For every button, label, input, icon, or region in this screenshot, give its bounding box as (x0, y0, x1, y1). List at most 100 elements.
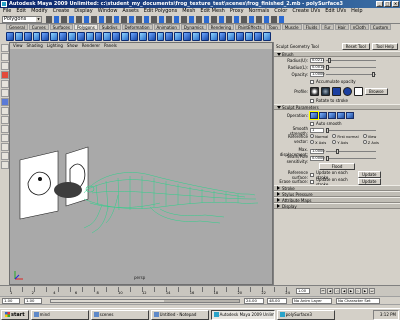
menu-edit-uvs[interactable]: Edit UVs (325, 8, 346, 15)
taskbar-item[interactable]: Autodesk Maya 2009 Unlimited... (210, 309, 275, 320)
menu-modify[interactable]: Modify (31, 8, 48, 15)
go-to-start-icon[interactable]: ⏮ (320, 288, 326, 294)
menu-create-uvs[interactable]: Create UVs (292, 8, 320, 15)
erase-update-each-checkbox[interactable] (310, 179, 314, 184)
scene-geometry[interactable] (10, 43, 273, 285)
paint-select-tool-icon[interactable] (0, 62, 9, 70)
poly-cube-icon[interactable] (14, 31, 23, 41)
persp-outliner-layout-icon[interactable] (0, 143, 9, 151)
shelf-tab-ncloth[interactable]: nCloth (349, 24, 369, 30)
ref-z-axis-radio[interactable] (362, 140, 367, 144)
profile-soft-icon[interactable] (321, 86, 330, 96)
radius-l-slider[interactable] (326, 65, 376, 70)
shelf-tab-hair[interactable]: Hair (334, 24, 349, 30)
profile-custom-icon[interactable] (354, 86, 363, 96)
opacity-slider[interactable] (326, 72, 376, 77)
shelf-tab-custom[interactable]: Custom (369, 24, 392, 30)
menu-assets[interactable]: Assets (122, 8, 138, 15)
opacity-field[interactable]: 1.0000 (310, 72, 325, 77)
close-button[interactable]: × (392, 1, 399, 7)
menu-mesh[interactable]: Mesh (182, 8, 195, 15)
step-back-frame-icon[interactable]: ◁ (334, 288, 340, 294)
mirror-icon[interactable] (112, 31, 121, 41)
radius-l-field[interactable]: 0.0010 (310, 65, 325, 70)
move-tool-icon[interactable] (0, 71, 9, 79)
last-tool-icon[interactable] (0, 116, 9, 124)
image-plane-side[interactable] (19, 150, 59, 220)
menu-create[interactable]: Create (53, 8, 70, 15)
boolean-union-icon[interactable] (85, 31, 94, 41)
minimize-button[interactable]: _ (376, 1, 383, 7)
sculpt-tool-icon[interactable] (0, 98, 9, 106)
taskbar-item[interactable]: polySurface3 (276, 309, 335, 320)
ref-view-radio[interactable] (362, 134, 367, 138)
step-back-key-icon[interactable]: ◀ (327, 288, 333, 294)
show-manipulator-icon[interactable] (0, 107, 9, 115)
reset-tool-button[interactable]: Reset Tool (341, 43, 370, 50)
menu-file[interactable]: File (3, 8, 11, 15)
scale-tool-icon[interactable] (0, 89, 9, 97)
shelf-tab-fur[interactable]: Fur (321, 24, 334, 30)
menu-set-dropdown[interactable]: Polygons ▼ (2, 16, 42, 23)
poly-plane-icon[interactable] (41, 31, 50, 41)
hypershade-layout-icon[interactable] (0, 161, 9, 169)
section-display[interactable]: Display (274, 203, 400, 209)
max-displacement-field[interactable]: 1.0000 (310, 149, 325, 154)
planar-mapping-icon[interactable] (254, 31, 262, 41)
bevel-icon[interactable] (227, 31, 236, 41)
rotate-tool-icon[interactable] (0, 80, 9, 88)
collapse-icon[interactable] (245, 31, 254, 41)
start-button[interactable]: start (1, 309, 29, 320)
smooth-strength-field[interactable]: 1 (310, 128, 324, 133)
profile-solid-icon[interactable] (332, 86, 341, 96)
step-forward-frame-icon[interactable]: ▷ (355, 288, 361, 294)
triangulate-icon[interactable] (138, 31, 147, 41)
poly-cone-icon[interactable] (32, 31, 41, 41)
ref-first-normal-radio[interactable] (332, 134, 337, 138)
step-forward-key-icon[interactable]: ▶ (362, 288, 368, 294)
menu-proxy[interactable]: Proxy (230, 8, 244, 15)
range-bar-fill[interactable] (51, 300, 164, 302)
ref-update-button[interactable]: Update (358, 171, 381, 178)
shelf-tab-fluids[interactable]: Fluids (302, 24, 321, 30)
profile-square-icon[interactable] (343, 86, 352, 96)
poly-torus-icon[interactable] (50, 31, 59, 41)
play-forwards-icon[interactable]: ▶ (348, 288, 354, 294)
current-frame-field[interactable]: 1.00 (296, 288, 310, 294)
ref-y-axis-radio[interactable] (332, 140, 337, 144)
rotate-to-stroke-checkbox[interactable] (310, 98, 314, 103)
extract-icon[interactable] (76, 31, 85, 41)
max-displacement-slider[interactable] (326, 149, 376, 154)
four-pane-layout-icon[interactable] (0, 134, 9, 142)
smooth-strength-slider[interactable] (326, 128, 376, 133)
poly-cylinder-icon[interactable] (23, 31, 32, 41)
single-pane-layout-icon[interactable] (0, 125, 9, 133)
browse-button[interactable]: Browse (365, 87, 388, 95)
taskbar-item[interactable]: Untitled - Notepad (150, 309, 209, 320)
menu-edit[interactable]: Edit (16, 8, 26, 15)
erase-operation-icon[interactable] (346, 111, 354, 119)
menu-window[interactable]: Window (98, 8, 118, 15)
frog-wireframe[interactable] (83, 172, 259, 234)
insert-edge-loop-icon[interactable] (209, 31, 218, 41)
split-polygon-icon[interactable] (200, 31, 209, 41)
range-bar[interactable] (50, 299, 240, 303)
cylindrical-mapping-icon[interactable] (262, 31, 271, 41)
frog-head-shaded[interactable] (54, 182, 82, 198)
ref-normal-radio[interactable] (310, 134, 314, 138)
boolean-intersection-icon[interactable] (103, 31, 112, 41)
status-line-icons[interactable] (46, 16, 286, 23)
ref-update-each-checkbox[interactable] (310, 172, 314, 177)
select-tool-icon[interactable] (0, 44, 9, 52)
smooth-icon[interactable] (121, 31, 130, 41)
separate-icon[interactable] (68, 31, 76, 41)
play-backwards-icon[interactable]: ◀ (341, 288, 347, 294)
push-operation-icon[interactable] (309, 110, 319, 120)
extrude-icon[interactable] (174, 31, 183, 41)
boolean-difference-icon[interactable] (94, 31, 103, 41)
seam-sensitivity-slider[interactable] (326, 156, 376, 161)
shelf-tab-muscle[interactable]: Muscle (281, 24, 302, 30)
perspective-viewport[interactable]: View Shading Lighting Show Renderer Pane… (9, 42, 273, 285)
poly-sphere-icon[interactable] (6, 31, 14, 41)
menu-edit-polygons[interactable]: Edit Polygons (144, 8, 178, 15)
